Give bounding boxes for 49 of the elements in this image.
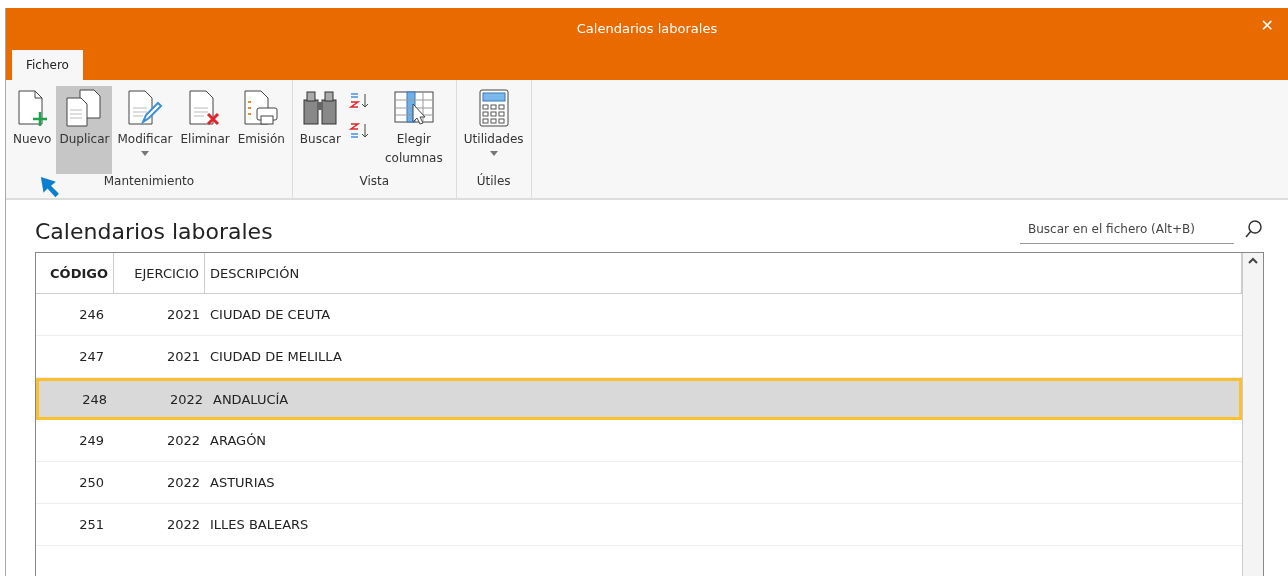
table-row[interactable]: 246 2021 CIUDAD DE CEUTA [36,294,1242,336]
new-document-icon [17,88,48,128]
pointer-arrow-icon [40,176,62,199]
ribbon-tab[interactable]: Fichero [12,50,83,80]
search-field[interactable]: Buscar en el fichero (Alt+B) [1020,214,1234,244]
ribbon-button[interactable]: Modificar [114,86,176,174]
ribbon-button[interactable]: Nuevo [10,86,55,174]
table-cell: 248 [82,391,107,407]
search-icon[interactable] [1244,219,1264,239]
table-cell: ANDALUCÍA [213,391,289,407]
table-cell: 250 [79,475,104,490]
ribbon-button[interactable]: Utilidades [460,86,527,174]
ribbon-button[interactable]: Buscar [296,86,344,174]
table-cell: ARAGÓN [210,433,267,448]
column-header[interactable]: CÓDIGO [36,253,114,293]
scrollbar[interactable] [1242,253,1263,576]
caret-icon [489,151,498,156]
table-cell: ILLES BALEARS [210,517,309,532]
window-title: Calendarios laborales [576,20,718,36]
table-cell: 251 [79,517,104,532]
ribbon-button[interactable]: Elegir columnas [375,86,452,174]
ribbon-button[interactable]: Emisión [234,86,288,174]
table-cell: CIUDAD DE MELILLA [210,349,342,364]
page-heading: Calendarios laborales [35,219,273,244]
edit-document-icon [127,88,163,128]
column-header[interactable]: EJERCICIO [114,253,205,293]
table-row[interactable]: 249 2022 ARAGÓN [36,420,1242,462]
table-row[interactable]: 251 2022 ILLES BALEARS [36,504,1242,546]
table-cell: 2022 [166,433,200,448]
table-cell: CIUDAD DE CEUTA [210,307,331,322]
caret-icon [141,151,149,156]
table-cell: 247 [79,349,104,364]
ribbon-button[interactable]: Eliminar [177,86,233,174]
table-cell: 2022 [169,391,203,407]
ribbon-button[interactable]: Duplicar [56,86,113,174]
calculator-icon [477,88,510,128]
group-label: Mantenimiento [103,174,195,188]
table-cell: ASTURIAS [210,475,275,490]
selected-row[interactable]: 248 2022 ANDALUCÍA [36,378,1242,420]
table-cell: 249 [79,433,104,448]
table-cell: 2022 [166,475,200,490]
table-cell: 2021 [166,349,200,364]
group-label: Útiles [476,174,511,188]
group-label: Vista [359,174,390,188]
table-row[interactable]: 250 2022 ASTURIAS [36,462,1242,504]
table-cell: 246 [79,307,104,322]
table-cell: 2021 [166,307,200,322]
document-printer-icon [243,88,280,128]
table-cell: 2022 [166,517,200,532]
